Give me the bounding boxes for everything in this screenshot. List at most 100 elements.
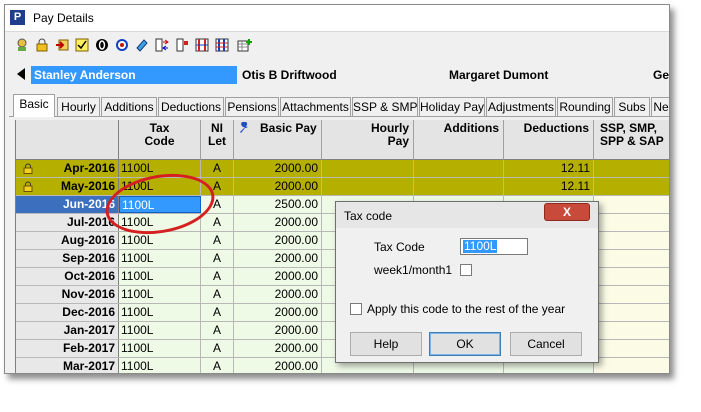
close-button[interactable]: X (544, 203, 590, 221)
tab-holiday-pay[interactable]: Holiday Pay (419, 97, 485, 116)
month-cell[interactable]: Feb-2017 (16, 340, 119, 357)
ssp-cell[interactable] (594, 340, 669, 357)
basic-pay-cell[interactable]: 2000.00 (234, 160, 322, 177)
month-cell[interactable]: Mar-2017 (16, 358, 119, 373)
basic-pay-cell[interactable]: 2500.00 (234, 196, 322, 213)
basic-pay-cell[interactable]: 2000.00 (234, 358, 322, 373)
ok-button[interactable]: OK (429, 332, 501, 356)
tab-deductions[interactable]: Deductions (158, 97, 224, 116)
tab-adjustments[interactable]: Adjustments (486, 97, 556, 116)
tax-code-cell[interactable]: 1100L (119, 358, 201, 373)
table-row[interactable]: Apr-2016 1100L A 2000.00 12.11 (16, 160, 669, 178)
employee-item[interactable]: Ge (653, 66, 669, 84)
basic-pay-cell[interactable]: 2000.00 (234, 250, 322, 267)
tab-additions[interactable]: Additions (101, 97, 157, 116)
tax-code-cell[interactable]: 1100L (119, 304, 201, 321)
basic-pay-cell[interactable]: 2000.00 (234, 286, 322, 303)
month-cell[interactable]: Sep-2016 (16, 250, 119, 267)
tax-code-cell[interactable]: 1100L (119, 340, 201, 357)
month-cell[interactable]: Jul-2016 (16, 214, 119, 231)
lock-icon[interactable] (33, 36, 51, 54)
ni-let-cell[interactable]: A (201, 286, 234, 303)
additions-cell[interactable] (414, 160, 504, 177)
previous-employee-icon[interactable] (17, 68, 25, 80)
month-cell[interactable]: Aug-2016 (16, 232, 119, 249)
ssp-cell[interactable] (594, 196, 669, 213)
ni-let-cell[interactable]: A (201, 232, 234, 249)
checklist-icon[interactable] (73, 36, 91, 54)
hourly-pay-header[interactable]: Hourly Pay (322, 120, 414, 160)
additions-header[interactable]: Additions (414, 120, 504, 160)
help-button[interactable]: Help (350, 332, 422, 356)
grid-edit-icon[interactable] (213, 36, 231, 54)
month-cell[interactable]: Jun-2016 (16, 196, 119, 213)
ssp-cell[interactable] (594, 322, 669, 339)
tab-attachments[interactable]: Attachments (280, 97, 351, 116)
wizard-icon[interactable] (13, 36, 31, 54)
zero-icon[interactable] (93, 36, 111, 54)
deductions-header[interactable]: Deductions (504, 120, 594, 160)
ni-let-cell[interactable]: A (201, 322, 234, 339)
selected-employee[interactable]: Stanley Anderson (31, 66, 237, 84)
ssp-cell[interactable] (594, 160, 669, 177)
ni-let-header[interactable]: NI Let (201, 120, 234, 160)
basic-pay-header[interactable]: Basic Pay (234, 120, 322, 160)
apply-rest-checkbox[interactable] (350, 303, 362, 315)
tab-ssp-smp[interactable]: SSP & SMP (352, 97, 418, 116)
basic-pay-cell[interactable]: 2000.00 (234, 232, 322, 249)
deductions-cell[interactable]: 12.11 (504, 178, 594, 195)
ssp-cell[interactable] (594, 178, 669, 195)
ssp-header[interactable]: SSP, SMP, SPP & SAP (594, 120, 669, 160)
add-table-icon[interactable] (235, 36, 253, 54)
cancel-button[interactable]: Cancel (510, 332, 582, 356)
tab-rounding[interactable]: Rounding (557, 97, 613, 116)
ni-let-cell[interactable]: A (201, 340, 234, 357)
ssp-cell[interactable] (594, 304, 669, 321)
tax-code-cell[interactable]: 1100L (119, 268, 201, 285)
basic-pay-cell[interactable]: 2000.00 (234, 214, 322, 231)
ssp-cell[interactable] (594, 232, 669, 249)
ssp-cell[interactable] (594, 250, 669, 267)
grid-compare-icon[interactable] (193, 36, 211, 54)
title-bar[interactable]: P Pay Details (5, 5, 669, 32)
ni-let-cell[interactable]: A (201, 358, 234, 373)
tax-code-cell[interactable]: 1100L (119, 286, 201, 303)
month-cell[interactable]: Oct-2016 (16, 268, 119, 285)
tab-basic[interactable]: Basic (13, 94, 55, 117)
hourly-pay-cell[interactable] (322, 178, 414, 195)
transfer-icon[interactable] (153, 36, 171, 54)
ssp-cell[interactable] (594, 286, 669, 303)
basic-pay-cell[interactable]: 2000.00 (234, 322, 322, 339)
tax-code-input[interactable]: 1100L (460, 238, 528, 255)
flag-icon[interactable] (173, 36, 191, 54)
employee-item[interactable]: Otis B Driftwood (242, 66, 337, 84)
tab-subs[interactable]: Subs (614, 97, 650, 116)
basic-pay-cell[interactable]: 2000.00 (234, 304, 322, 321)
tax-code-header[interactable]: Tax Code (119, 120, 201, 160)
ni-let-cell[interactable]: A (201, 304, 234, 321)
ni-let-cell[interactable]: A (201, 160, 234, 177)
tax-code-cell[interactable]: 1100L (119, 232, 201, 249)
tab-hourly[interactable]: Hourly (57, 97, 100, 116)
tax-code-cell[interactable]: 1100L (119, 322, 201, 339)
basic-pay-cell[interactable]: 2000.00 (234, 178, 322, 195)
hourly-pay-cell[interactable] (322, 160, 414, 177)
tax-code-cell[interactable]: 1100L (119, 250, 201, 267)
month-cell[interactable]: Dec-2016 (16, 304, 119, 321)
employee-item[interactable]: Margaret Dumont (449, 66, 548, 84)
week1-checkbox[interactable] (460, 264, 472, 276)
ni-let-cell[interactable]: A (201, 214, 234, 231)
basic-pay-cell[interactable]: 2000.00 (234, 268, 322, 285)
basic-pay-cell[interactable]: 2000.00 (234, 340, 322, 357)
additions-cell[interactable] (414, 178, 504, 195)
month-cell[interactable]: Jan-2017 (16, 322, 119, 339)
deductions-cell[interactable]: 12.11 (504, 160, 594, 177)
note-icon[interactable] (133, 36, 151, 54)
ssp-cell[interactable] (594, 358, 669, 373)
target-icon[interactable] (113, 36, 131, 54)
month-cell[interactable]: Nov-2016 (16, 286, 119, 303)
ni-let-cell[interactable]: A (201, 250, 234, 267)
ni-let-cell[interactable]: A (201, 268, 234, 285)
import-icon[interactable] (53, 36, 71, 54)
dialog-title-bar[interactable]: Tax code X (336, 202, 598, 228)
